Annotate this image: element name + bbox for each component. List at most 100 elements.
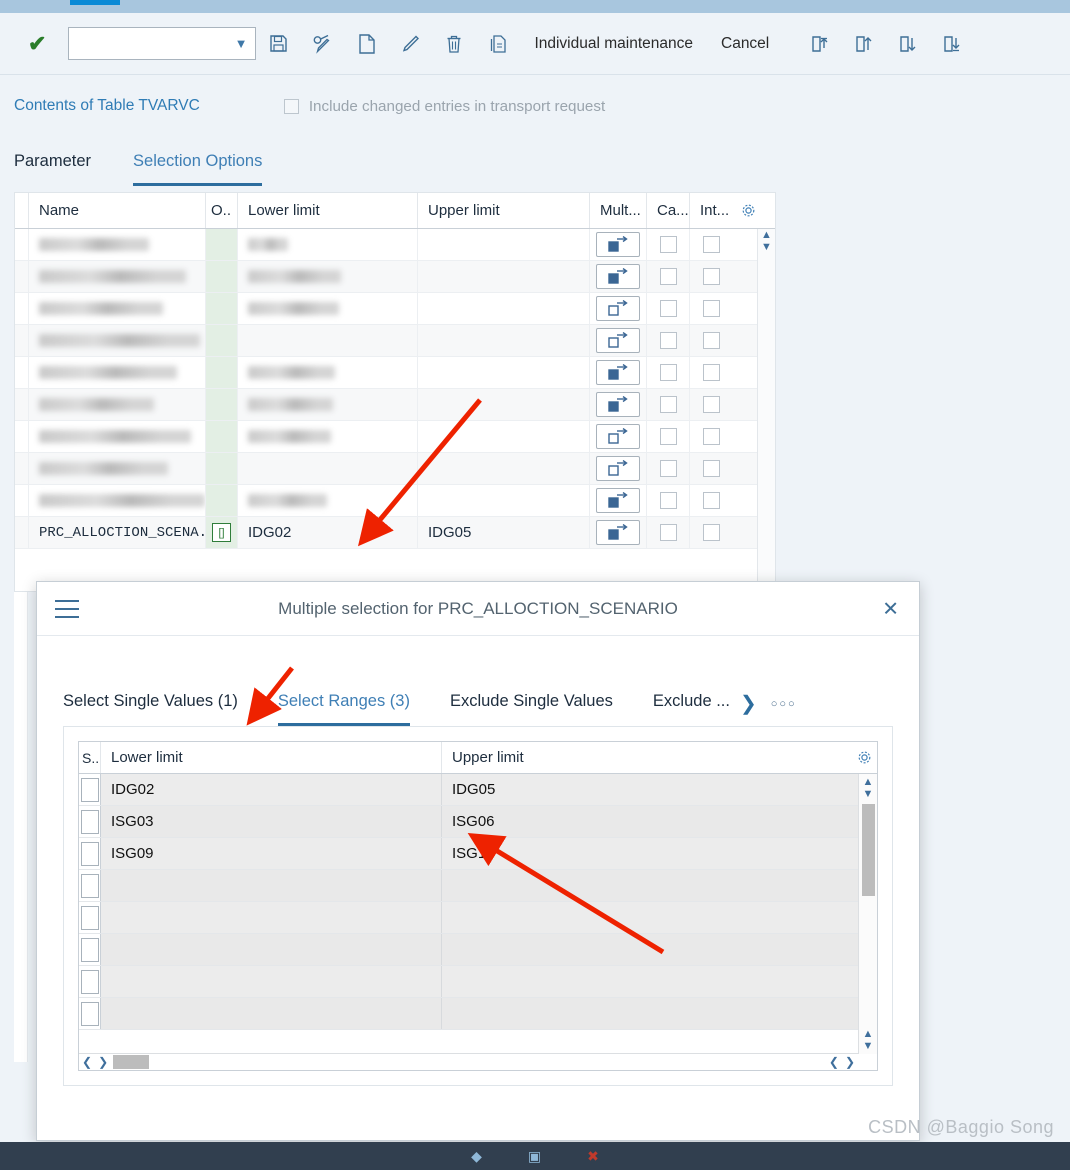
cell-case-sensitive[interactable]	[647, 421, 690, 452]
row-select-box[interactable]	[80, 777, 99, 802]
copy-icon[interactable]	[476, 24, 520, 64]
scroll-left-icon[interactable]: ❮	[79, 1055, 95, 1069]
hamburger-menu-icon[interactable]	[55, 599, 79, 618]
settings-gear-icon[interactable]	[851, 742, 877, 773]
cell-multiple-selection[interactable]	[590, 293, 647, 324]
table-row[interactable]	[15, 421, 775, 453]
cell-operator[interactable]: []	[206, 517, 238, 548]
cell-case-sensitive[interactable]	[647, 453, 690, 484]
cell-interval[interactable]	[690, 421, 733, 452]
row-select-box[interactable]	[80, 969, 99, 994]
row-select-box[interactable]	[80, 905, 99, 930]
delete-icon[interactable]	[432, 24, 476, 64]
cell-lower-limit[interactable]: ISG03	[101, 806, 442, 837]
horizontal-scroll-thumb[interactable]	[113, 1055, 150, 1069]
cell-name[interactable]	[29, 261, 206, 292]
tab-selection-options[interactable]: Selection Options	[133, 152, 263, 186]
scroll-right-icon[interactable]: ❯	[95, 1055, 111, 1069]
cell-interval[interactable]	[690, 229, 733, 260]
row-marker[interactable]	[15, 229, 29, 260]
row-checkbox[interactable]	[703, 364, 720, 381]
row-checkbox[interactable]	[703, 428, 720, 445]
multiple-selection-button[interactable]	[596, 424, 640, 449]
multiple-selection-button[interactable]	[596, 392, 640, 417]
row-select-cell[interactable]	[79, 934, 101, 965]
next-page-icon[interactable]	[885, 24, 929, 64]
row-marker[interactable]	[15, 485, 29, 516]
operator-button[interactable]: []	[212, 523, 231, 542]
cell-operator[interactable]	[206, 325, 238, 356]
list-item[interactable]: ISG09 ISG10	[79, 838, 877, 870]
cell-lower-limit[interactable]	[101, 902, 442, 933]
tab-select-single-values[interactable]: Select Single Values (1)	[63, 692, 238, 726]
row-checkbox[interactable]	[703, 524, 720, 541]
close-icon[interactable]: ✕	[882, 596, 899, 621]
row-checkbox[interactable]	[659, 300, 677, 317]
row-checkbox[interactable]	[659, 428, 677, 445]
table-row[interactable]	[15, 357, 775, 389]
list-item[interactable]	[79, 902, 877, 934]
scroll-up-icon[interactable]: ▲	[761, 229, 772, 241]
cell-lower-limit[interactable]	[101, 966, 442, 997]
row-checkbox[interactable]	[659, 268, 677, 285]
cell-lower-limit[interactable]	[238, 325, 418, 356]
cell-operator[interactable]	[206, 453, 238, 484]
cell-name[interactable]	[29, 421, 206, 452]
cell-upper-limit[interactable]	[418, 389, 590, 420]
tab-parameter[interactable]: Parameter	[14, 152, 91, 186]
first-page-icon[interactable]	[797, 24, 841, 64]
column-header-name[interactable]: Name	[29, 193, 206, 228]
table-row[interactable]	[15, 325, 775, 357]
row-checkbox[interactable]	[659, 492, 677, 509]
cell-case-sensitive[interactable]	[647, 517, 690, 548]
cell-multiple-selection[interactable]	[590, 389, 647, 420]
cell-case-sensitive[interactable]	[647, 229, 690, 260]
row-select-box[interactable]	[80, 809, 99, 834]
cell-multiple-selection[interactable]	[590, 261, 647, 292]
cell-name[interactable]	[29, 229, 206, 260]
cell-interval[interactable]	[690, 325, 733, 356]
cell-name[interactable]: PRC_ALLOCTION_SCENA...	[29, 517, 206, 548]
multiple-selection-button[interactable]	[596, 328, 640, 353]
cell-name[interactable]	[29, 485, 206, 516]
list-item[interactable]: IDG02 IDG05	[79, 774, 877, 806]
cell-upper-limit[interactable]	[442, 902, 877, 933]
row-select-box[interactable]	[80, 1001, 99, 1026]
row-checkbox[interactable]	[703, 236, 720, 253]
row-checkbox[interactable]	[659, 364, 677, 381]
cell-interval[interactable]	[690, 389, 733, 420]
row-select-box[interactable]	[80, 873, 99, 898]
cell-case-sensitive[interactable]	[647, 261, 690, 292]
cell-name[interactable]	[29, 293, 206, 324]
tab-select-ranges[interactable]: Select Ranges (3)	[277, 692, 410, 726]
vertical-scroll-thumb[interactable]	[861, 804, 875, 896]
scroll-up-icon[interactable]: ▲	[863, 776, 874, 788]
footer-marker-icon[interactable]: ◆	[471, 1148, 482, 1165]
table-row[interactable]	[15, 293, 775, 325]
cell-interval[interactable]	[690, 357, 733, 388]
table-row[interactable]	[15, 229, 775, 261]
cell-upper-limit[interactable]	[442, 870, 877, 901]
cell-case-sensitive[interactable]	[647, 325, 690, 356]
row-checkbox[interactable]	[659, 396, 677, 413]
cell-lower-limit[interactable]	[101, 934, 442, 965]
cell-name[interactable]	[29, 325, 206, 356]
row-checkbox[interactable]	[659, 332, 677, 349]
row-checkbox[interactable]	[703, 492, 720, 509]
green-check-icon[interactable]: ✔	[28, 32, 46, 55]
cell-upper-limit[interactable]	[418, 453, 590, 484]
cell-case-sensitive[interactable]	[647, 357, 690, 388]
multiple-selection-button[interactable]	[596, 232, 640, 257]
scroll-up-icon-bottom[interactable]: ▲	[863, 1028, 874, 1040]
column-header-case[interactable]: Ca...	[647, 193, 690, 228]
overflow-dots-icon[interactable]: ○○○	[771, 698, 797, 710]
cell-multiple-selection[interactable]	[590, 229, 647, 260]
cell-upper-limit[interactable]	[418, 421, 590, 452]
tab-exclude-single-values[interactable]: Exclude Single Values	[450, 692, 613, 726]
list-item[interactable]	[79, 934, 877, 966]
cell-lower-limit[interactable]	[101, 998, 442, 1029]
cell-lower-limit[interactable]: IDG02	[101, 774, 442, 805]
cell-name[interactable]	[29, 389, 206, 420]
footer-save-icon[interactable]: ▣	[528, 1148, 541, 1165]
multiple-selection-button[interactable]	[596, 456, 640, 481]
